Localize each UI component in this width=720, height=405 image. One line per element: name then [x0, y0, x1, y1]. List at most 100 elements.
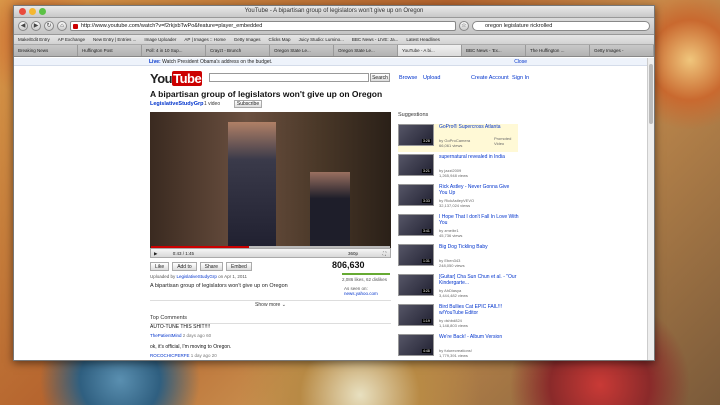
browser-tab[interactable]: Oregon State Le... [270, 45, 334, 56]
bookmark-item[interactable]: AP | Images :: Home [184, 37, 225, 42]
duration-badge: 3:21 [422, 289, 431, 293]
seen-site-link[interactable]: news.yahoo.com [344, 291, 378, 296]
suggestion-title[interactable]: GoPro® Supercross Atlanta [439, 124, 519, 130]
sign-in-link[interactable]: Sign In [512, 75, 529, 81]
suggestion-item[interactable]: 3:28 GoPro® Supercross Atlanta by GoProCam… [398, 124, 518, 152]
time-display: 0:43 / 1:45 [172, 251, 195, 256]
quality-selector[interactable]: 360p [348, 249, 358, 258]
video-player[interactable] [150, 112, 391, 248]
suggestions-header: Suggestions [398, 112, 429, 118]
comment-text: ok, it's official, I'm moving to Oregon. [150, 344, 232, 350]
suggestion-item[interactable]: 3:33 Rick Astley - Never Gonna Give You U… [398, 184, 518, 212]
duration-badge: 1:19 [422, 319, 431, 323]
browser-tab[interactable]: Breaking News [14, 45, 78, 56]
browser-tab[interactable]: Getty Images - [590, 45, 654, 56]
subscribe-button[interactable]: Subscribe [234, 100, 262, 108]
browser-tab[interactable]: Huffington Post [78, 45, 142, 56]
video-description: A bipartisan group of legislators won't … [150, 283, 288, 289]
like-button[interactable]: Like [150, 262, 170, 271]
player-controls: ▶ 0:43 / 1:45 360p ⛶ [150, 246, 391, 258]
suggestion-item[interactable]: 3:21 supernatural revealed in India by jaz… [398, 154, 518, 182]
home-button[interactable]: ⌂ [57, 21, 67, 31]
scrollbar[interactable] [647, 58, 654, 360]
browser-tab[interactable]: Oregon State Le... [334, 45, 398, 56]
duration-badge: 3:33 [422, 199, 431, 203]
reload-button[interactable]: ↻ [44, 21, 54, 31]
share-button[interactable]: Share [199, 262, 223, 271]
address-bar[interactable]: http://www.youtube.com/watch?v=f2rkjxbTw… [70, 21, 456, 31]
browser-tab[interactable]: The Huffington ... [526, 45, 590, 56]
youtube-logo[interactable]: YouTube [150, 71, 203, 86]
bookmark-item[interactable]: Image Uploader [144, 37, 176, 42]
suggestion-views: 1,265,948 views [439, 173, 468, 178]
bookmark-item[interactable]: BBC News - LIVE: Ja... [352, 37, 399, 42]
browse-link[interactable]: Browse [399, 75, 417, 81]
video-title: A bipartisan group of legislators won't … [150, 89, 383, 99]
play-icon[interactable]: ▶ [154, 251, 157, 256]
scroll-thumb[interactable] [649, 64, 653, 124]
bookmarks-bar: Make/Edit Entry AP Exchange New Entry | En… [14, 35, 654, 45]
bookmark-star-icon[interactable]: ☆ [459, 21, 469, 31]
suggestion-item[interactable]: 1:31 Big Dog Tickling Baby by Eben343 248,0… [398, 244, 518, 272]
suggestion-views: 66,061 views [439, 143, 463, 148]
alert-close-link[interactable]: Close [514, 58, 527, 66]
browser-tab[interactable]: Poll: 4 in 10 Sup... [142, 45, 206, 56]
create-account-link[interactable]: Create Account [471, 75, 509, 81]
bookmark-item[interactable]: Getty Images [234, 37, 261, 42]
suggestion-item[interactable]: 3:41 I Hope That I don't Fall In Love Wit… [398, 214, 519, 242]
uploader-link[interactable]: LegislativeStudyGrp [177, 274, 217, 279]
search-field[interactable]: oregon legislature rickrolled [472, 21, 650, 31]
favicon-icon [73, 24, 78, 29]
view-count: 806,630 [332, 260, 365, 270]
browser-tab[interactable]: YouTube - A bi... [398, 45, 462, 56]
forward-button[interactable]: ▶ [31, 21, 41, 31]
bookmark-item[interactable]: Juicy Studio: Lumino... [299, 37, 344, 42]
bookmark-item[interactable]: Clicks Map [269, 37, 291, 42]
upload-link[interactable]: Upload [423, 75, 440, 81]
top-comments-header: Top Comments [150, 315, 391, 324]
suggestion-item[interactable]: 3:21 [Guitar] Cha Sun Chun et al. - "Our … [398, 274, 518, 302]
add-to-button[interactable]: Add to [172, 262, 197, 271]
duration-badge: 4:48 [422, 349, 431, 353]
channel-link[interactable]: LegislativeStudyGrp [150, 101, 204, 107]
suggestion-views: 1,148,803 views [439, 323, 468, 328]
video-count[interactable]: 1 video [204, 101, 220, 107]
suggestion-title[interactable]: Big Dog Tickling Baby [439, 244, 519, 250]
youtube-search-button[interactable]: Search [370, 73, 390, 82]
suggestion-item[interactable]: 1:19 Bird Bullies Cat EPIC FAIL!!! w/YouT… [398, 304, 518, 332]
suggestion-title[interactable]: supernatural revealed in India [439, 154, 519, 160]
alert-text[interactable]: Watch President Obama's address on the b… [162, 59, 272, 65]
speaker-figure [228, 122, 276, 248]
bookmark-item[interactable]: Make/Edit Entry [18, 37, 50, 42]
comment-meta: ThePatientMind 2 days ago 60 [150, 333, 212, 338]
browser-tab[interactable]: BBC News - 'Ex... [462, 45, 526, 56]
suggestion-views: 1,779,391 views [439, 353, 468, 358]
comment-user-link[interactable]: ThePatientMind [150, 333, 182, 338]
embed-button[interactable]: Embed [226, 262, 252, 271]
bookmark-item[interactable]: AP Exchange [58, 37, 85, 42]
suggestion-title[interactable]: We're Back! - Album Version [439, 334, 519, 340]
youtube-search-input[interactable] [209, 73, 369, 82]
promoted-label: Promoted Video [494, 136, 512, 146]
bookmark-item[interactable]: New Entry | Entries ... [93, 37, 136, 42]
comment-meta: ROCOCHICPERFE 1 day ago 20 [150, 353, 217, 358]
window-title: YouTube - A bipartisan group of legislat… [244, 8, 424, 14]
as-seen-on: As seen on: news.yahoo.com [344, 286, 378, 296]
suggestion-item[interactable]: 4:48 We're Back! - Album Version by future… [398, 334, 519, 360]
browser-tab[interactable]: Crayzt - Brunch [206, 45, 270, 56]
show-more-button[interactable]: Show more ⌄ [150, 300, 391, 308]
alert-label: Live: [149, 59, 161, 65]
suggestion-views: 45,736 views [439, 233, 463, 238]
action-buttons: Like Add to Share Embed [150, 262, 252, 271]
suggestion-title[interactable]: I Hope That I don't Fall In Love With Yo… [439, 214, 519, 226]
suggestion-title[interactable]: Rick Astley - Never Gonna Give You Up [439, 184, 519, 196]
progress-bar[interactable] [151, 246, 390, 248]
youtube-page: Live: Watch President Obama's address on… [14, 58, 654, 360]
suggestion-title[interactable]: Bird Bullies Cat EPIC FAIL!!! w/YouTube … [439, 304, 519, 316]
suggestion-title[interactable]: [Guitar] Cha Sun Chun et al. - "Our Kind… [439, 274, 519, 286]
bookmark-item[interactable]: Latest Headlines [406, 37, 440, 42]
title-bar: YouTube - A bipartisan group of legislat… [14, 6, 654, 18]
fullscreen-icon[interactable]: ⛶ [383, 249, 386, 258]
comment-user-link[interactable]: ROCOCHICPERFE [150, 353, 190, 358]
back-button[interactable]: ◀ [18, 21, 28, 31]
